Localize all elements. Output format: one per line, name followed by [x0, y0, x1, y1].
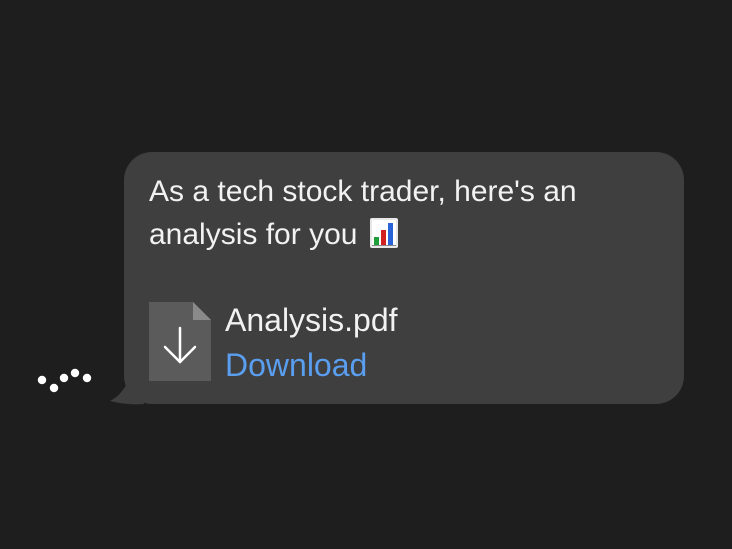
sender-avatar-icon: [37, 368, 92, 393]
message-text: As a tech stock trader, here's an analys…: [149, 170, 649, 256]
message-body: As a tech stock trader, here's an analys…: [149, 175, 577, 251]
message-bubble: As a tech stock trader, here's an analys…: [124, 152, 684, 404]
download-link[interactable]: Download: [225, 345, 367, 385]
bar-chart-emoji-icon: [369, 218, 398, 248]
attachment-file-name: Analysis.pdf: [225, 302, 398, 338]
file-download-icon[interactable]: [149, 302, 211, 381]
